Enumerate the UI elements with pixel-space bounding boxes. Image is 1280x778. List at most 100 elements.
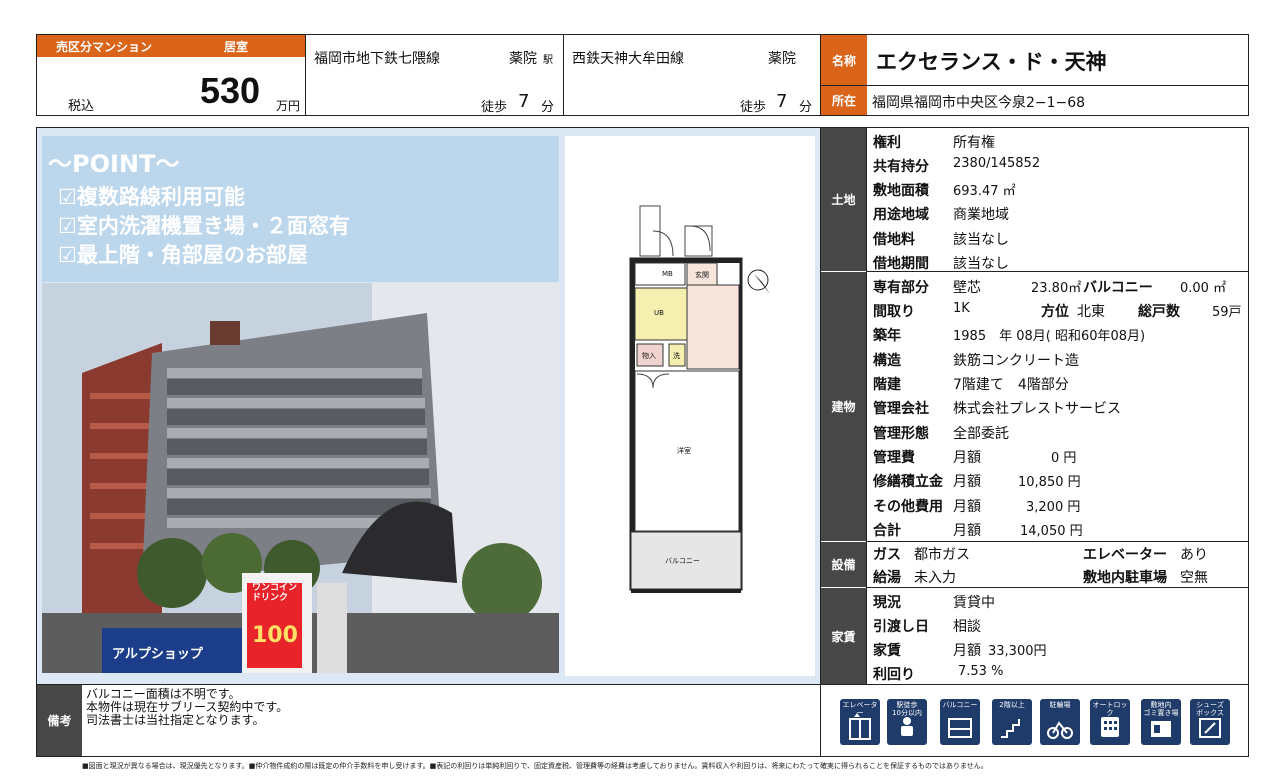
land-row-label: 敷地面積 xyxy=(873,183,929,199)
land-row-value: 商業地域 xyxy=(953,207,1009,223)
price-unit: 万円 xyxy=(276,99,301,113)
madori-value: 1K xyxy=(953,301,970,316)
kanrikeitai-label: 管理形態 xyxy=(873,426,929,442)
floor-plan: MB 玄関 UB 物入 洗 洋室 バルコニー xyxy=(565,136,815,676)
station1-min-unit: 分 xyxy=(541,100,555,115)
name-divider xyxy=(821,85,1248,86)
fp-balcony: バルコニー xyxy=(665,557,700,565)
land-row-label: 借地期間 xyxy=(873,256,929,272)
balcony-label: バルコニー xyxy=(1083,280,1153,296)
fp-mono: 物入 xyxy=(642,352,656,360)
garbage-icon: 敷地内 ゴミ置き場 xyxy=(1141,699,1181,745)
shop-sign-text: アルプショップ xyxy=(112,647,203,662)
fp-yoshitsu: 洋室 xyxy=(677,447,691,455)
houi-label: 方位 xyxy=(1041,304,1069,320)
sonota-value: 3,200 円 xyxy=(1026,500,1081,515)
price-value: 530 xyxy=(200,70,261,111)
kanrikeitai-value: 全部委託 xyxy=(953,426,1009,442)
elevator-icon: エレベーター xyxy=(840,699,880,745)
land-row-value: 所有権 xyxy=(953,135,995,151)
madori-label: 間取り xyxy=(873,304,915,320)
kanrigaisha-label: 管理会社 xyxy=(873,401,929,417)
divider-equipment-rent xyxy=(866,587,1249,588)
land-row-label: 借地料 xyxy=(873,232,915,248)
land-row-value: 該当なし xyxy=(953,232,1009,248)
station-walk-icon: 駅徒歩 10分以内 xyxy=(887,699,927,745)
remarks-line: 司法書士は当社指定となります。 xyxy=(86,713,265,727)
land-row-value: 2380/145852 xyxy=(953,156,1041,171)
kaidate-label: 階建 xyxy=(873,377,901,393)
yachin-period: 月額 xyxy=(953,643,981,659)
second-floor-icon: 2階以上 xyxy=(992,699,1032,745)
station2-min-unit: 分 xyxy=(799,100,813,115)
shoebox-icon: シューズ ボックス xyxy=(1190,699,1230,745)
autolock-icon: オートロック xyxy=(1090,699,1130,745)
fp-sen: 洗 xyxy=(673,352,680,360)
genkyo-label: 現況 xyxy=(873,595,901,611)
station1-eki: 駅 xyxy=(543,55,553,66)
total-period: 月額 xyxy=(953,523,981,539)
point-item-1: ☑複数路線利用可能 xyxy=(58,185,245,209)
balcony-area: 0.00 ㎡ xyxy=(1180,281,1227,296)
parking-value: 空無 xyxy=(1180,570,1208,586)
genkyo-value: 賃貸中 xyxy=(953,595,995,611)
compass-icon xyxy=(747,269,770,294)
shuzen-value: 10,850 円 xyxy=(1018,475,1081,490)
station2-walk-label: 徒歩 xyxy=(740,100,767,115)
total-label: 合計 xyxy=(873,523,901,539)
rent-section-label: 家賃 xyxy=(821,588,866,684)
kaidate-value: 7階建て 4階部分 xyxy=(953,377,1069,393)
kyuto-value: 未入力 xyxy=(914,570,956,586)
yachin-label: 家賃 xyxy=(873,643,901,659)
property-name: エクセランス・ド・天神 xyxy=(876,50,1107,74)
kanrigaisha-value: 株式会社プレストサービス xyxy=(953,401,1121,417)
kozo-value: 鉄筋コンクリート造 xyxy=(953,353,1079,369)
station1-walk-min: 7 xyxy=(518,91,530,112)
land-row-label: 用途地域 xyxy=(873,207,929,223)
point-item-2: ☑室内洗濯機置き場・２面窓有 xyxy=(58,214,350,238)
soko-value: 59戸 xyxy=(1212,305,1242,320)
land-row-value: 該当なし xyxy=(953,256,1009,272)
yachin-value: 33,300円 xyxy=(988,644,1047,659)
hikiwatashi-label: 引渡し日 xyxy=(873,619,929,635)
kanrihi-period: 月額 xyxy=(953,450,981,466)
station1-line: 福岡市地下鉄七隈線 xyxy=(314,51,440,67)
equipment-section-label: 設備 xyxy=(821,542,866,587)
kyuto-label: 給湯 xyxy=(873,570,901,586)
station1-name: 薬院 xyxy=(509,51,537,67)
point-title: 〜POINT〜 xyxy=(48,150,180,178)
station2-line: 西鉄天神大牟田線 xyxy=(572,51,684,67)
section-col-border xyxy=(866,128,867,684)
building-section-label: 建物 xyxy=(821,272,866,541)
chiku-label: 築年 xyxy=(873,328,901,344)
total-value: 14,050 円 xyxy=(1020,524,1083,539)
chiku-value: 1985 年 08月( 昭和60年08月) xyxy=(953,329,1146,344)
footer-disclaimer: ■図面と現況が異なる場合は、現況優先となります。■仲介物件成約の際は既定の仲介手… xyxy=(82,762,988,770)
elevator-value: あり xyxy=(1180,547,1208,563)
address-value: 福岡県福岡市中央区今泉2−1−68 xyxy=(872,95,1086,111)
station2-walk-min: 7 xyxy=(776,91,788,112)
fp-mb: MB xyxy=(662,270,673,278)
sign-drink-text: ワンコイン ドリンク xyxy=(252,583,298,603)
tax-label: 税込 xyxy=(68,99,95,114)
icons-box xyxy=(820,684,1249,757)
elevator-label: エレベーター xyxy=(1083,547,1167,563)
shuzen-label: 修繕積立金 xyxy=(873,474,943,490)
land-row-label: 共有持分 xyxy=(873,159,929,175)
property-type-label: 居室 xyxy=(224,40,249,54)
fp-genkan: 玄関 xyxy=(695,271,709,279)
kanrihi-value: 0 円 xyxy=(1051,451,1077,466)
kanrihi-label: 管理費 xyxy=(873,450,915,466)
land-row-value: 693.47 ㎡ xyxy=(953,184,1016,199)
fp-ub: UB xyxy=(654,309,664,317)
name-label: 名称 xyxy=(821,35,867,85)
building-photo: ワンコイン ドリンク 100 アルプショップ xyxy=(42,283,559,673)
gas-value: 都市ガス xyxy=(914,547,970,563)
category-label: 売区分マンション xyxy=(56,40,153,54)
senyu-label: 専有部分 xyxy=(873,280,929,296)
bicycle-parking-icon: 駐輪場 xyxy=(1040,699,1080,745)
floor-plan-drawing xyxy=(629,205,770,593)
parking-label: 敷地内駐車場 xyxy=(1083,570,1167,586)
land-row-label: 権利 xyxy=(873,135,901,151)
building-illustration xyxy=(42,283,559,673)
